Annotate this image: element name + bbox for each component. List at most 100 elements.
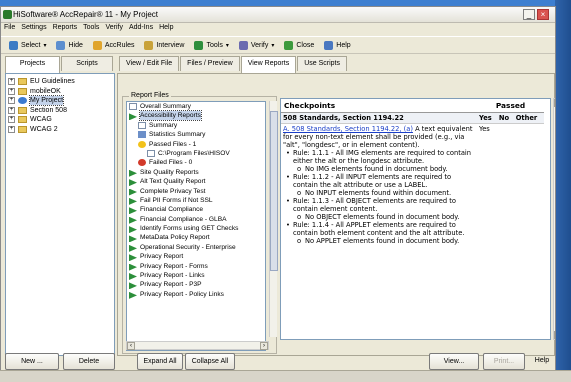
menu-help[interactable]: Help — [156, 23, 176, 32]
report-tree-item[interactable]: Operational Security - Enterprise — [127, 243, 265, 252]
dropdown-caret-icon[interactable]: ▾ — [226, 42, 229, 49]
report-tree-item[interactable]: Alt Text Quality Report — [127, 177, 265, 187]
report-tree-label: Failed Files - 0 — [149, 159, 193, 167]
toolbar-select-button[interactable]: Select ▾ — [4, 37, 51, 53]
report-tree-hscroll[interactable]: ‹ › — [126, 341, 269, 350]
expand-icon[interactable]: + — [8, 78, 15, 85]
sad-face-icon — [138, 159, 146, 167]
report-tree-item[interactable]: MetaData Policy Report — [127, 233, 265, 243]
report-tree-item[interactable]: Financial Compliance — [127, 205, 265, 215]
toolbar-verify-button[interactable]: Verify ▾ — [234, 37, 280, 53]
toolbar-interview-button[interactable]: Interview — [139, 37, 189, 53]
project-item[interactable]: + WCAG — [6, 115, 114, 125]
tab-view-edit-file[interactable]: View / Edit File — [119, 56, 180, 71]
report-tree-item[interactable]: Privacy Report - Links — [127, 271, 265, 281]
report-tree-item[interactable]: Site Quality Reports — [127, 168, 265, 177]
project-item[interactable]: + WCAG 2 — [6, 125, 114, 135]
toolbar-label: Interview — [156, 41, 185, 49]
report-tree-item[interactable]: C:\Program Files\HISOV — [127, 149, 265, 158]
col-passed: Passed — [477, 99, 544, 113]
expand-icon[interactable]: + — [8, 125, 15, 133]
project-item[interactable]: + Section 508 — [6, 106, 114, 116]
report-tree-item[interactable]: Failed Files - 0 — [127, 158, 265, 167]
help-button[interactable]: Help — [529, 353, 555, 370]
report-tree-item[interactable]: Privacy Report - P3P — [127, 280, 265, 290]
menu-tools[interactable]: Tools — [80, 23, 102, 32]
menu-settings[interactable]: Settings — [18, 23, 49, 32]
report-tree-item[interactable]: Identify Forms using GET Checks — [127, 224, 265, 234]
report-tree-item[interactable]: Complete Privacy Test — [127, 187, 265, 196]
menu-reports[interactable]: Reports — [50, 23, 81, 32]
tab-view-reports[interactable]: View Reports — [240, 56, 297, 73]
delete-button[interactable]: Delete — [63, 353, 115, 370]
report-tree-label: Overall Summary — [140, 103, 191, 110]
toolbar-label: Verify — [250, 41, 269, 49]
project-item[interactable]: + EU Guidelines — [6, 77, 114, 87]
section-heading: 508 Standards, Section 1194.22 — [283, 114, 404, 122]
tab-files-preview[interactable]: Files / Preview — [180, 56, 240, 71]
checkpoint-link[interactable]: A. 508 Standards, Section 1194.22, (a) — [283, 125, 413, 133]
title-bar: HiSoftware® AccRepair® 11 - My Project _… — [1, 7, 555, 23]
toolbar-tools-button[interactable]: Tools ▾ — [189, 37, 233, 53]
report-vscroll[interactable]: ▴ ▾ — [553, 98, 555, 340]
scroll-left-icon[interactable]: ‹ — [127, 342, 135, 350]
menu-verify[interactable]: Verify — [102, 23, 126, 32]
dropdown-caret-icon[interactable]: ▾ — [271, 42, 274, 49]
project-item[interactable]: + My Project — [6, 95, 114, 107]
menu-file[interactable]: File — [1, 23, 18, 32]
report-tree-item[interactable]: Financial Compliance - GLBA — [127, 215, 265, 224]
report-tree-item[interactable]: Passed Files - 1 — [127, 140, 265, 149]
collapse-all-button[interactable]: Collapse All — [185, 353, 235, 370]
toolbar-close-button[interactable]: Close — [279, 37, 319, 53]
scroll-right-icon[interactable]: › — [260, 342, 268, 350]
tab-projects[interactable]: Projects — [5, 56, 60, 73]
report-icon — [129, 282, 137, 290]
rule-list: Rule: 1.1.1 - All IMG elements are requi… — [283, 149, 475, 245]
report-tree-item[interactable]: Summary — [127, 121, 265, 130]
report-files-group: Report Files Overall Summary Accessibilit… — [122, 92, 278, 354]
view-button[interactable]: View... — [429, 353, 479, 370]
smiley-icon — [138, 140, 146, 148]
project-label: WCAG 2 — [30, 125, 58, 133]
minimize-button[interactable]: _ — [523, 9, 535, 20]
expand-icon[interactable]: + — [8, 87, 15, 95]
print-button[interactable]: Print... — [483, 353, 525, 370]
scroll-thumb[interactable] — [270, 111, 278, 271]
toolbar-help-button[interactable]: Help — [319, 37, 355, 53]
report-tree-item[interactable]: Privacy Report - Policy Links — [127, 290, 265, 299]
folder-icon — [18, 106, 27, 114]
toolbar-hide-button[interactable]: Hide — [51, 37, 87, 53]
report-icon — [129, 197, 137, 205]
tab-scripts[interactable]: Scripts — [61, 56, 113, 71]
status-bar — [0, 370, 571, 382]
dropdown-caret-icon[interactable]: ▾ — [43, 42, 46, 49]
report-tree-vscroll[interactable] — [269, 101, 278, 337]
menu-add-ins[interactable]: Add-Ins — [126, 23, 156, 32]
report-tree-label: Privacy Report - Policy Links — [140, 290, 224, 298]
expand-icon[interactable]: + — [8, 97, 15, 105]
report-icon — [129, 113, 137, 121]
report-tree-item[interactable]: Privacy Report - Forms — [127, 262, 265, 271]
report-tree-item[interactable]: Privacy Report — [127, 252, 265, 262]
rule-item: Rule: 1.1.4 - All APPLET elements are re… — [283, 221, 475, 237]
report-tree-item[interactable]: Overall Summary — [127, 102, 265, 111]
tab-use-scripts[interactable]: Use Scripts — [297, 56, 347, 71]
report-tree-item[interactable]: Fail PII Forms if Not SSL — [127, 196, 265, 205]
project-item[interactable]: + mobileOK — [6, 87, 114, 97]
rules-icon — [92, 40, 102, 50]
document-icon — [129, 103, 137, 110]
close-button[interactable]: × — [537, 9, 549, 20]
report-tree-item[interactable]: Statistics Summary — [127, 130, 265, 139]
expand-all-button[interactable]: Expand All — [137, 353, 183, 370]
report-tree-label: Fail PII Forms if Not SSL — [140, 196, 213, 204]
scroll-down-icon[interactable]: ▾ — [554, 331, 555, 339]
new-button[interactable]: New ... — [5, 353, 59, 370]
expand-icon[interactable]: + — [8, 116, 15, 124]
scroll-up-icon[interactable]: ▴ — [554, 99, 555, 107]
toolbar-accrules-button[interactable]: AccRules — [88, 37, 140, 53]
col-checkpoints: Checkpoints — [281, 99, 477, 113]
report-tree-item[interactable]: Accessibility Reports — [127, 110, 265, 122]
expand-icon[interactable]: + — [8, 106, 15, 114]
project-label: WCAG — [30, 116, 52, 124]
toolbar-label: Hide — [68, 41, 83, 49]
